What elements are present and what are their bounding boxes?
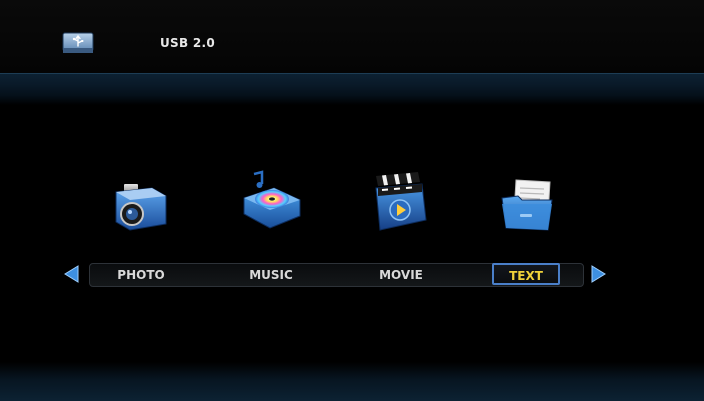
- music-disc-icon[interactable]: [240, 168, 304, 232]
- camera-icon[interactable]: [108, 172, 172, 236]
- menu-item-movie[interactable]: MOVIE: [356, 266, 446, 284]
- menu-item-music[interactable]: MUSIC: [226, 266, 316, 284]
- usb-device-label: USB 2.0: [160, 36, 216, 50]
- menu-item-photo[interactable]: PHOTO: [96, 266, 186, 284]
- header-glow-band: [0, 73, 704, 105]
- media-player-screen: USB 2.0 PHOTO MUSIC MOVIE TEXT: [0, 0, 704, 401]
- footer-glow-band: [0, 362, 704, 401]
- menu-item-text-selected[interactable]: TEXT: [492, 263, 560, 285]
- arrow-left-icon[interactable]: [62, 264, 82, 284]
- header-bar: USB 2.0: [0, 0, 704, 74]
- arrow-right-icon[interactable]: [588, 264, 608, 284]
- usb-drive-icon: [62, 32, 94, 53]
- clapperboard-icon[interactable]: [368, 170, 432, 234]
- folder-document-icon[interactable]: [496, 174, 560, 238]
